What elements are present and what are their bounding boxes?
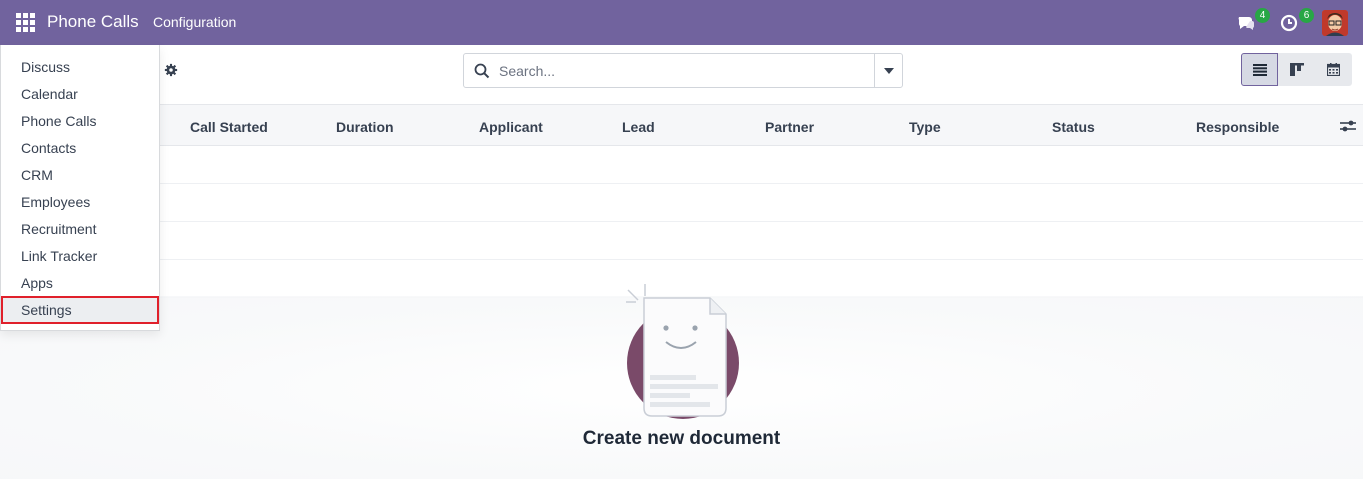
calendar-view-button[interactable] [1315, 53, 1352, 86]
kanban-view-button[interactable] [1278, 53, 1315, 86]
messages-count-badge: 4 [1255, 8, 1270, 23]
app-menu-item-contacts[interactable]: Contacts [1, 135, 159, 162]
app-menu-item-phone-calls[interactable]: Phone Calls [1, 108, 159, 135]
messages-button[interactable]: 4 [1234, 8, 1270, 34]
column-type[interactable]: Type [909, 119, 941, 135]
view-switcher [1241, 53, 1352, 86]
apps-grid-icon[interactable] [14, 12, 36, 32]
optional-columns-icon[interactable] [1340, 119, 1356, 133]
app-menu-item-settings[interactable]: Settings [1, 296, 159, 324]
list-view-button[interactable] [1241, 53, 1278, 86]
column-duration[interactable]: Duration [336, 119, 394, 135]
user-avatar[interactable] [1322, 10, 1348, 36]
column-applicant[interactable]: Applicant [479, 119, 543, 135]
list-icon [1252, 63, 1267, 76]
calendar-icon [1327, 63, 1340, 76]
gear-icon[interactable] [164, 63, 178, 77]
search-bar [463, 53, 903, 88]
clock-icon [1280, 14, 1298, 32]
app-menu-item-recruitment[interactable]: Recruitment [1, 216, 159, 243]
empty-state-title: Create new document [582, 428, 781, 449]
column-status[interactable]: Status [1052, 119, 1095, 135]
app-menu-item-employees[interactable]: Employees [1, 189, 159, 216]
app-menu-item-crm[interactable]: CRM [1, 162, 159, 189]
column-responsible[interactable]: Responsible [1196, 119, 1279, 135]
search-icon [474, 63, 490, 79]
top-navbar: Phone Calls Configuration 4 6 [0, 0, 1363, 45]
chat-icon [1238, 17, 1255, 30]
column-call-started[interactable]: Call Started [190, 119, 268, 135]
kanban-icon [1289, 63, 1304, 76]
activities-count-badge: 6 [1299, 8, 1314, 23]
search-input[interactable] [499, 54, 869, 87]
app-menu-item-apps[interactable]: Apps [1, 270, 159, 297]
app-menu-item-discuss[interactable]: Discuss [1, 54, 159, 81]
app-menu-item-calendar[interactable]: Calendar [1, 81, 159, 108]
empty-row [0, 184, 1363, 222]
activities-button[interactable]: 6 [1278, 8, 1314, 34]
column-partner[interactable]: Partner [765, 119, 814, 135]
avatar-face-icon [1322, 10, 1348, 36]
app-menu-item-link-tracker[interactable]: Link Tracker [1, 243, 159, 270]
menu-configuration[interactable]: Configuration [153, 14, 236, 30]
empty-document-illustration [626, 284, 739, 419]
list-header: Call Started Duration Applicant Lead Par… [0, 104, 1363, 146]
app-title[interactable]: Phone Calls [47, 12, 139, 32]
column-lead[interactable]: Lead [622, 119, 655, 135]
apps-dropdown-menu: Discuss Calendar Phone Calls Contacts CR… [0, 45, 160, 331]
caret-down-icon [883, 67, 894, 74]
search-options-toggle[interactable] [874, 54, 902, 87]
empty-row [0, 222, 1363, 260]
empty-row [0, 146, 1363, 184]
